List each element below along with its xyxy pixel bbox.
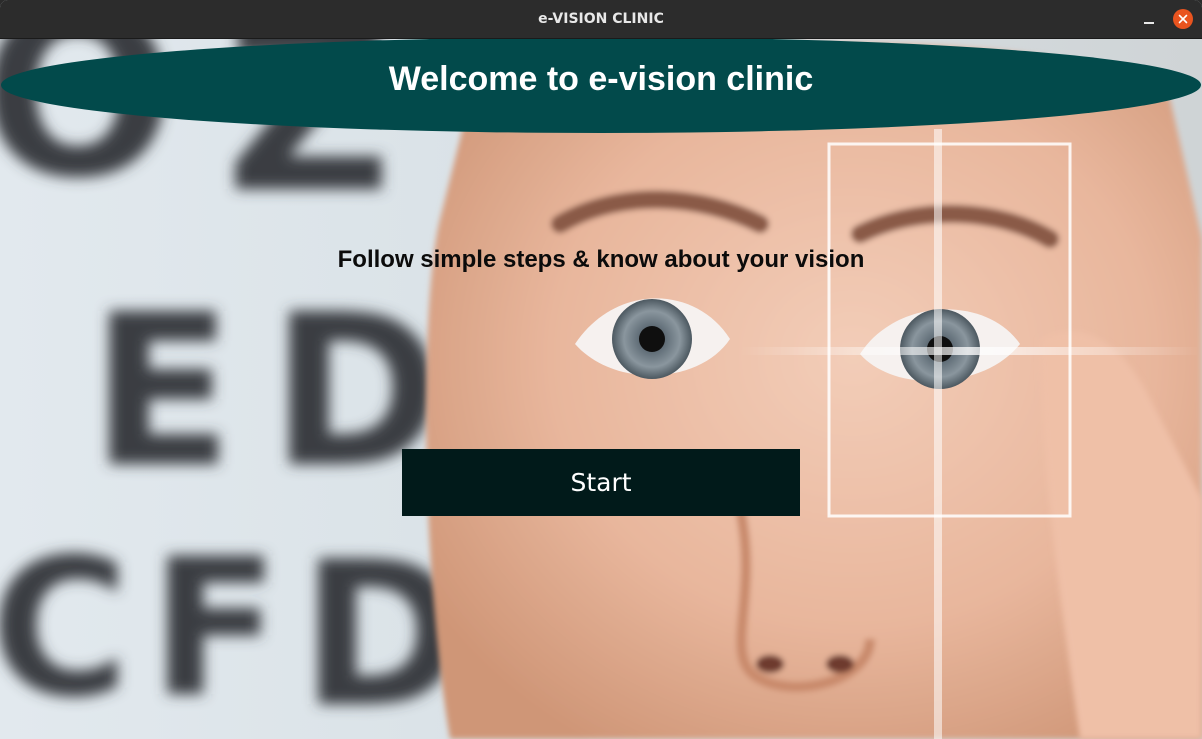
close-icon	[1178, 14, 1188, 24]
window-title: e-VISION CLINIC	[538, 11, 664, 27]
chart-letter: C	[0, 518, 129, 739]
minimize-icon	[1144, 22, 1154, 24]
chart-letter: E	[90, 269, 233, 514]
start-button[interactable]: Start	[402, 449, 800, 516]
subtitle-text: Follow simple steps & know about your vi…	[337, 246, 865, 273]
title-bar: e-VISION CLINIC	[0, 0, 1202, 39]
welcome-title: Welcome to e-vision clinic	[388, 60, 814, 98]
chart-letter: F	[150, 518, 280, 739]
minimize-button[interactable]	[1138, 9, 1160, 31]
close-button[interactable]	[1173, 9, 1193, 29]
main-content: O Z E D C F D Welcome to e-vision clinic…	[0, 39, 1202, 739]
app-window: e-VISION CLINIC O Z E D C F D Welcome to…	[0, 0, 1202, 739]
background-image: O Z E D C F D	[0, 39, 1202, 739]
